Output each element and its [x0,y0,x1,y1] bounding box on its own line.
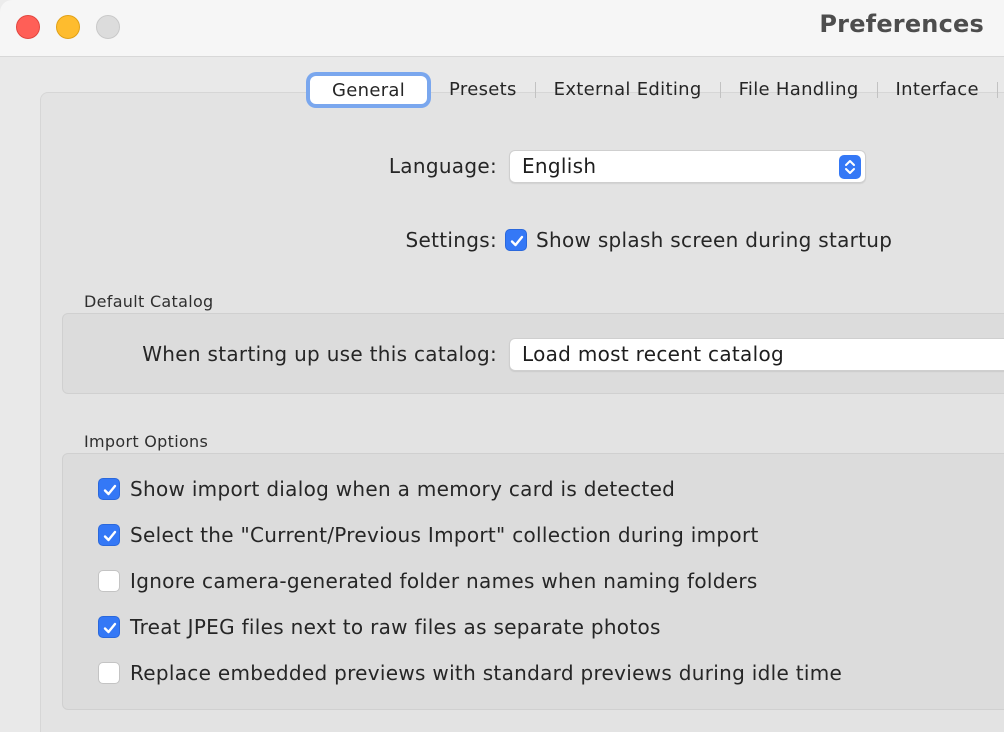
startup-catalog-label: When starting up use this catalog: [142,342,497,366]
language-value: English [522,154,597,178]
tab-presets[interactable]: Presets [431,77,535,103]
language-popup[interactable]: English [509,150,866,183]
tab-external-editing[interactable]: External Editing [536,77,720,103]
separate-jpeg-label[interactable]: Treat JPEG files next to raw files as se… [130,615,661,639]
minimize-window-button[interactable] [56,15,80,39]
up-down-chevron-icon [839,155,861,179]
tab-bar: General Presets External Editing File Ha… [306,70,1004,110]
title-bar: Preferences [0,0,1004,57]
checkmark-icon [510,235,524,247]
current-previous-import-label[interactable]: Select the "Current/Previous Import" col… [130,523,759,547]
preferences-window: Preferences General Presets External Edi… [0,0,1004,732]
separate-jpeg-checkbox[interactable] [98,616,120,638]
close-window-button[interactable] [16,15,40,39]
language-label: Language: [388,154,497,178]
zoom-window-button[interactable] [96,15,120,39]
tab-truncated[interactable]: Pe [998,77,1004,103]
tab-general[interactable]: General [310,76,428,104]
checkmark-icon [103,484,117,496]
splash-screen-label[interactable]: Show splash screen during startup [536,228,892,252]
settings-label: Settings: [405,228,497,252]
default-catalog-title: Default Catalog [84,292,214,311]
import-options-title: Import Options [84,432,209,451]
startup-catalog-popup[interactable]: Load most recent catalog [509,338,1004,371]
replace-previews-label[interactable]: Replace embedded previews with standard … [130,661,842,685]
ignore-folder-names-checkbox[interactable] [98,570,120,592]
import-dialog-label[interactable]: Show import dialog when a memory card is… [130,477,675,501]
ignore-folder-names-label[interactable]: Ignore camera-generated folder names whe… [130,569,758,593]
tab-file-handling[interactable]: File Handling [721,77,877,103]
checkmark-icon [103,530,117,542]
window-title: Preferences [819,10,984,38]
import-dialog-checkbox[interactable] [98,478,120,500]
tab-interface[interactable]: Interface [878,77,997,103]
replace-previews-checkbox[interactable] [98,662,120,684]
splash-screen-checkbox[interactable] [505,229,527,251]
startup-catalog-value: Load most recent catalog [522,342,784,366]
current-previous-import-checkbox[interactable] [98,524,120,546]
checkmark-icon [103,622,117,634]
